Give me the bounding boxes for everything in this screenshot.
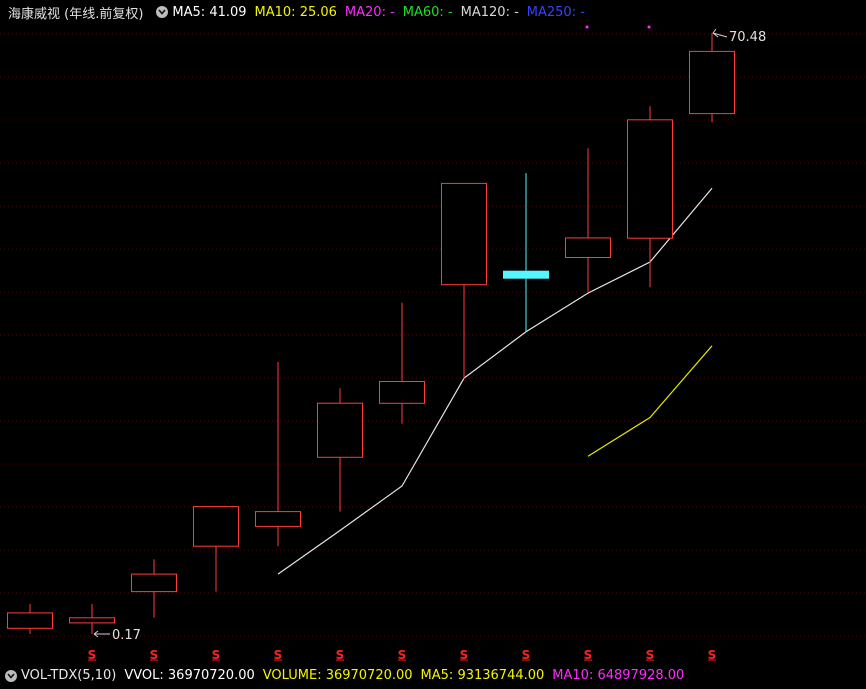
candle	[503, 173, 549, 333]
max-price-label: 70.48	[729, 30, 766, 45]
candle-body	[379, 381, 425, 404]
ma-dot	[647, 25, 651, 29]
candle-body	[627, 119, 673, 239]
candle-body	[503, 270, 549, 279]
candle	[255, 362, 301, 547]
vol-indicator-title: VOL-TDX(5,10)	[21, 668, 117, 683]
vvol-value: VVOL: 36970720.00	[124, 668, 255, 683]
vol-ma10-value: MA10: 64897928.00	[552, 668, 685, 683]
candles	[7, 33, 735, 634]
chevron-down-icon[interactable]	[156, 6, 169, 18]
min-arrow	[93, 630, 110, 638]
vol-ma5-value: MA5: 93136744.00	[420, 668, 545, 683]
ma-dot	[585, 25, 589, 29]
chart-title: 海康威视 (年线.前复权)	[8, 6, 144, 22]
candle-body	[7, 612, 53, 629]
candle	[627, 106, 673, 288]
candle	[689, 33, 735, 123]
candle	[69, 603, 115, 634]
ma250-indicator: MA250: -	[526, 4, 585, 20]
moving-average-lines	[277, 187, 713, 575]
ma20-indicator: MA20: -	[344, 4, 395, 20]
candle-body	[255, 511, 301, 527]
annotations: 70.48 0.17	[93, 25, 766, 643]
candle-body	[689, 50, 735, 115]
candle	[7, 603, 53, 634]
chart-grid	[0, 33, 866, 637]
candle-body	[193, 506, 239, 547]
indicator-header: 海康威视 (年线.前复权) MA5: 41.09 MA10: 25.06 MA2…	[0, 0, 866, 24]
candle	[317, 388, 363, 512]
candle	[565, 148, 611, 293]
ma120-indicator: MA120: -	[460, 4, 519, 20]
volume-value: VOLUME: 36970720.00	[262, 668, 413, 683]
candle	[193, 506, 239, 592]
candle-body	[317, 402, 363, 458]
volume-indicator-bar: VOL-TDX(5,10) VVOL: 36970720.00 VOLUME: …	[0, 662, 866, 689]
ma5-indicator: MA5: 41.09	[172, 4, 247, 20]
ma10-line	[587, 345, 713, 457]
max-arrow	[712, 28, 728, 38]
candle	[131, 559, 177, 618]
chevron-down-icon[interactable]	[5, 669, 17, 682]
candle-body	[131, 573, 177, 593]
candlestick-chart: 70.48 0.17 SSSSSSSSSSS	[0, 25, 866, 662]
min-price-label: 0.17	[112, 628, 141, 643]
ma60-indicator: MA60: -	[402, 4, 453, 20]
candle-body	[565, 237, 611, 258]
candle	[441, 182, 487, 379]
ma10-indicator: MA10: 25.06	[254, 4, 337, 20]
candle-body	[69, 617, 115, 624]
candle-body	[441, 182, 487, 286]
candle	[379, 302, 425, 424]
ma5-line	[277, 187, 713, 575]
dividend-markers[interactable]: SSSSSSSSSSS	[88, 648, 717, 662]
